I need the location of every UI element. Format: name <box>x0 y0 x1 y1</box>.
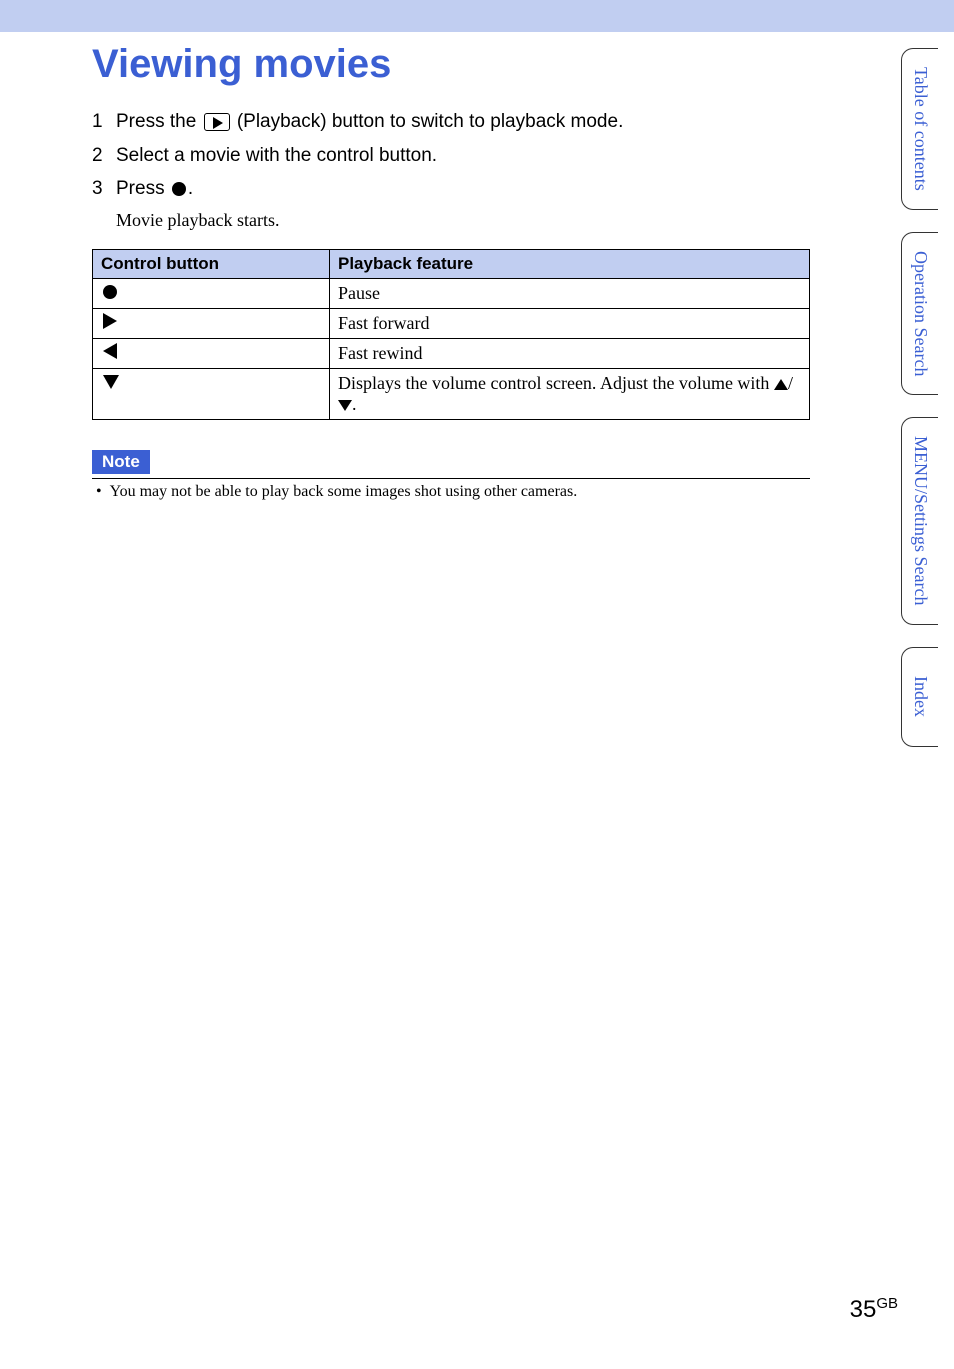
table-header-row: Control button Playback feature <box>93 249 810 278</box>
up-arrow-icon <box>774 379 788 390</box>
down-arrow-icon <box>338 400 352 411</box>
step-1: 1 Press the (Playback) button to switch … <box>92 109 712 135</box>
tab-menu-settings-search[interactable]: MENU/Settings Search <box>901 417 938 624</box>
top-header-bar <box>0 0 954 32</box>
feature-text-post: . <box>352 394 357 414</box>
feature-cell: Pause <box>330 278 810 308</box>
feature-text-pre: Displays the volume control screen. Adju… <box>338 373 774 393</box>
center-button-icon <box>172 182 186 196</box>
page-title: Viewing movies <box>92 42 712 87</box>
tab-index[interactable]: Index <box>901 647 938 747</box>
note-text: • You may not be able to play back some i… <box>96 483 712 501</box>
page-region: GB <box>876 1295 898 1312</box>
side-nav-tabs: Table of contents Operation Search MENU/… <box>901 48 938 747</box>
note-badge: Note <box>92 450 150 474</box>
table-row: Displays the volume control screen. Adju… <box>93 368 810 419</box>
feature-cell: Displays the volume control screen. Adju… <box>330 368 810 419</box>
note-divider <box>92 478 810 479</box>
note-body: You may not be able to play back some im… <box>110 483 578 500</box>
step-text: Select a movie with the control button. <box>116 143 437 169</box>
tab-table-of-contents[interactable]: Table of contents <box>901 48 938 210</box>
table-row: Fast rewind <box>93 338 810 368</box>
control-icon-cell <box>93 368 330 419</box>
table-row: Fast forward <box>93 308 810 338</box>
step-text: Press the (Playback) button to switch to… <box>116 109 623 135</box>
table-header-control: Control button <box>93 249 330 278</box>
tab-operation-search[interactable]: Operation Search <box>901 232 938 395</box>
table-header-feature: Playback feature <box>330 249 810 278</box>
control-icon-cell <box>93 278 330 308</box>
playback-table: Control button Playback feature Pause Fa… <box>92 249 810 420</box>
step-text-pre: Press <box>116 178 170 199</box>
control-icon-cell <box>93 338 330 368</box>
step-number: 1 <box>92 111 106 133</box>
step-sub-text: Movie playback starts. <box>116 210 712 231</box>
center-button-icon <box>103 285 117 299</box>
step-number: 2 <box>92 145 106 167</box>
main-content: Viewing movies 1 Press the (Playback) bu… <box>0 32 812 501</box>
control-icon-cell <box>93 308 330 338</box>
right-arrow-icon <box>103 313 117 329</box>
step-number: 3 <box>92 178 106 200</box>
bullet-icon: • <box>96 483 102 500</box>
page-number: 35 <box>850 1296 877 1323</box>
feature-cell: Fast forward <box>330 308 810 338</box>
page-footer: 35GB <box>850 1295 898 1324</box>
step-text: Press . <box>116 176 193 202</box>
feature-cell: Fast rewind <box>330 338 810 368</box>
step-text-post: . <box>188 178 193 199</box>
down-arrow-icon <box>103 375 119 389</box>
playback-icon <box>204 113 230 131</box>
step-3: 3 Press . <box>92 176 712 202</box>
step-2: 2 Select a movie with the control button… <box>92 143 712 169</box>
step-text-post: (Playback) button to switch to playback … <box>232 111 624 132</box>
steps-list: 1 Press the (Playback) button to switch … <box>92 109 712 202</box>
table-row: Pause <box>93 278 810 308</box>
step-text-pre: Press the <box>116 111 202 132</box>
left-arrow-icon <box>103 343 117 359</box>
